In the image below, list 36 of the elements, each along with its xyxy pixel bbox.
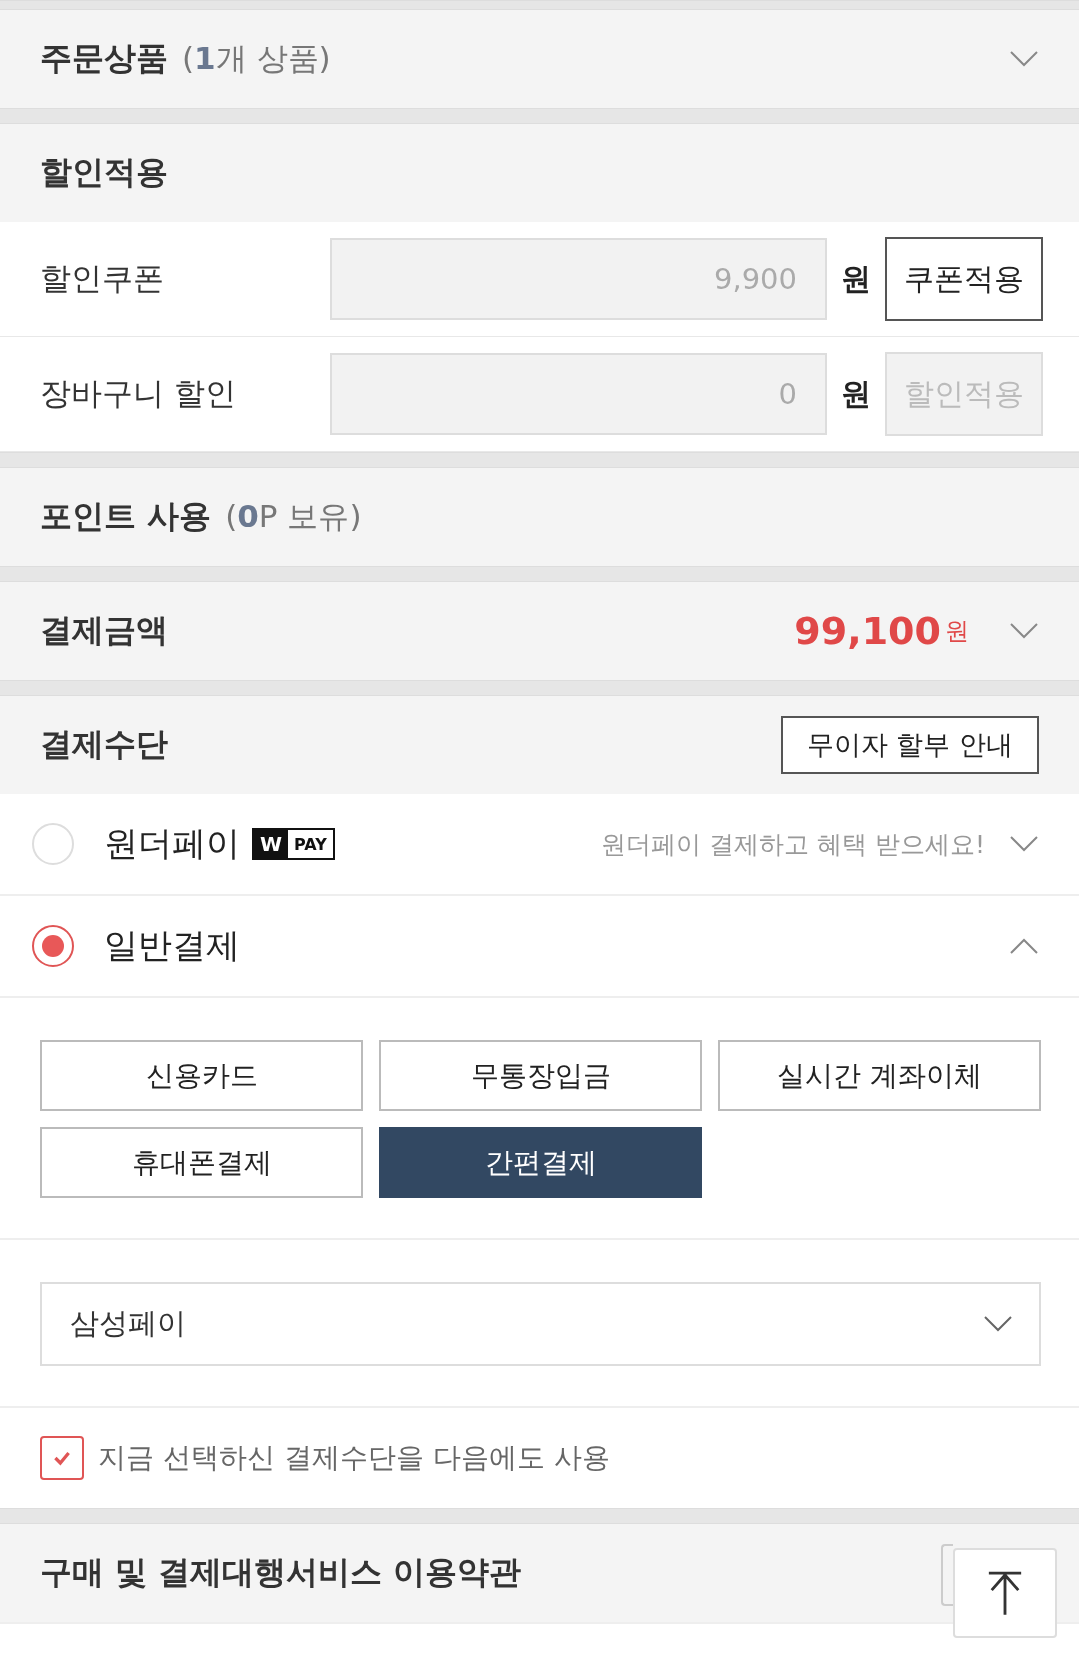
checkbox-label[interactable]: 지금 선택하신 결제수단을 다음에도 사용 bbox=[98, 1439, 610, 1477]
payment-method-button[interactable]: 실시간 계좌이체 bbox=[718, 1040, 1041, 1111]
section-title: 결제수단 bbox=[40, 724, 168, 765]
chevron-icon[interactable] bbox=[1009, 937, 1039, 955]
chevron-icon[interactable] bbox=[983, 1315, 1013, 1333]
radio-button[interactable] bbox=[32, 925, 74, 967]
chevron-icon[interactable] bbox=[1009, 622, 1039, 640]
apply-button[interactable]: 쿠폰적용 bbox=[885, 237, 1043, 321]
easy-pay-select[interactable]: 삼성페이 bbox=[40, 1282, 1041, 1366]
payment-method-button[interactable]: 무통장입금 bbox=[379, 1040, 702, 1111]
total-amount: 99,100 bbox=[794, 609, 941, 653]
payment-option-label[interactable]: 일반결제 bbox=[104, 923, 240, 969]
section-title: 할인적용 bbox=[40, 152, 168, 193]
field-label: 장바구니 할인 bbox=[40, 374, 237, 413]
arrow-up-icon bbox=[986, 1569, 1024, 1617]
payment-method-button[interactable]: 휴대폰결제 bbox=[40, 1127, 363, 1198]
field-label: 할인쿠폰 bbox=[40, 259, 165, 298]
section-title: 포인트 사용 bbox=[40, 496, 212, 537]
currency-label: 원 bbox=[945, 616, 969, 647]
pay-badge: W PAY bbox=[252, 828, 335, 860]
section-title: 결제금액 bbox=[40, 610, 168, 651]
payment-option-label[interactable]: 원더페이 bbox=[104, 821, 240, 867]
installment-info-button[interactable]: 무이자 할부 안내 bbox=[780, 716, 1039, 774]
unit-label: 원 bbox=[840, 259, 872, 298]
scroll-top-button[interactable] bbox=[953, 1548, 1057, 1638]
payment-method-button[interactable]: 간편결제 bbox=[379, 1127, 702, 1198]
item-count: (1개 상품) bbox=[182, 39, 331, 78]
section-title: 주문상품 bbox=[40, 38, 168, 79]
promo-text: 원더페이 결제하고 혜택 받으세요! bbox=[601, 828, 985, 861]
checkbox[interactable] bbox=[40, 1436, 84, 1480]
payment-method-button[interactable]: 신용카드 bbox=[40, 1040, 363, 1111]
unit-label: 원 bbox=[840, 374, 872, 413]
chevron-icon[interactable] bbox=[1009, 50, 1039, 68]
chevron-icon[interactable] bbox=[1009, 835, 1039, 853]
section-title: 구매 및 결제대행서비스 이용약관 bbox=[40, 1552, 522, 1593]
points-balance: (0P 보유) bbox=[225, 497, 362, 536]
